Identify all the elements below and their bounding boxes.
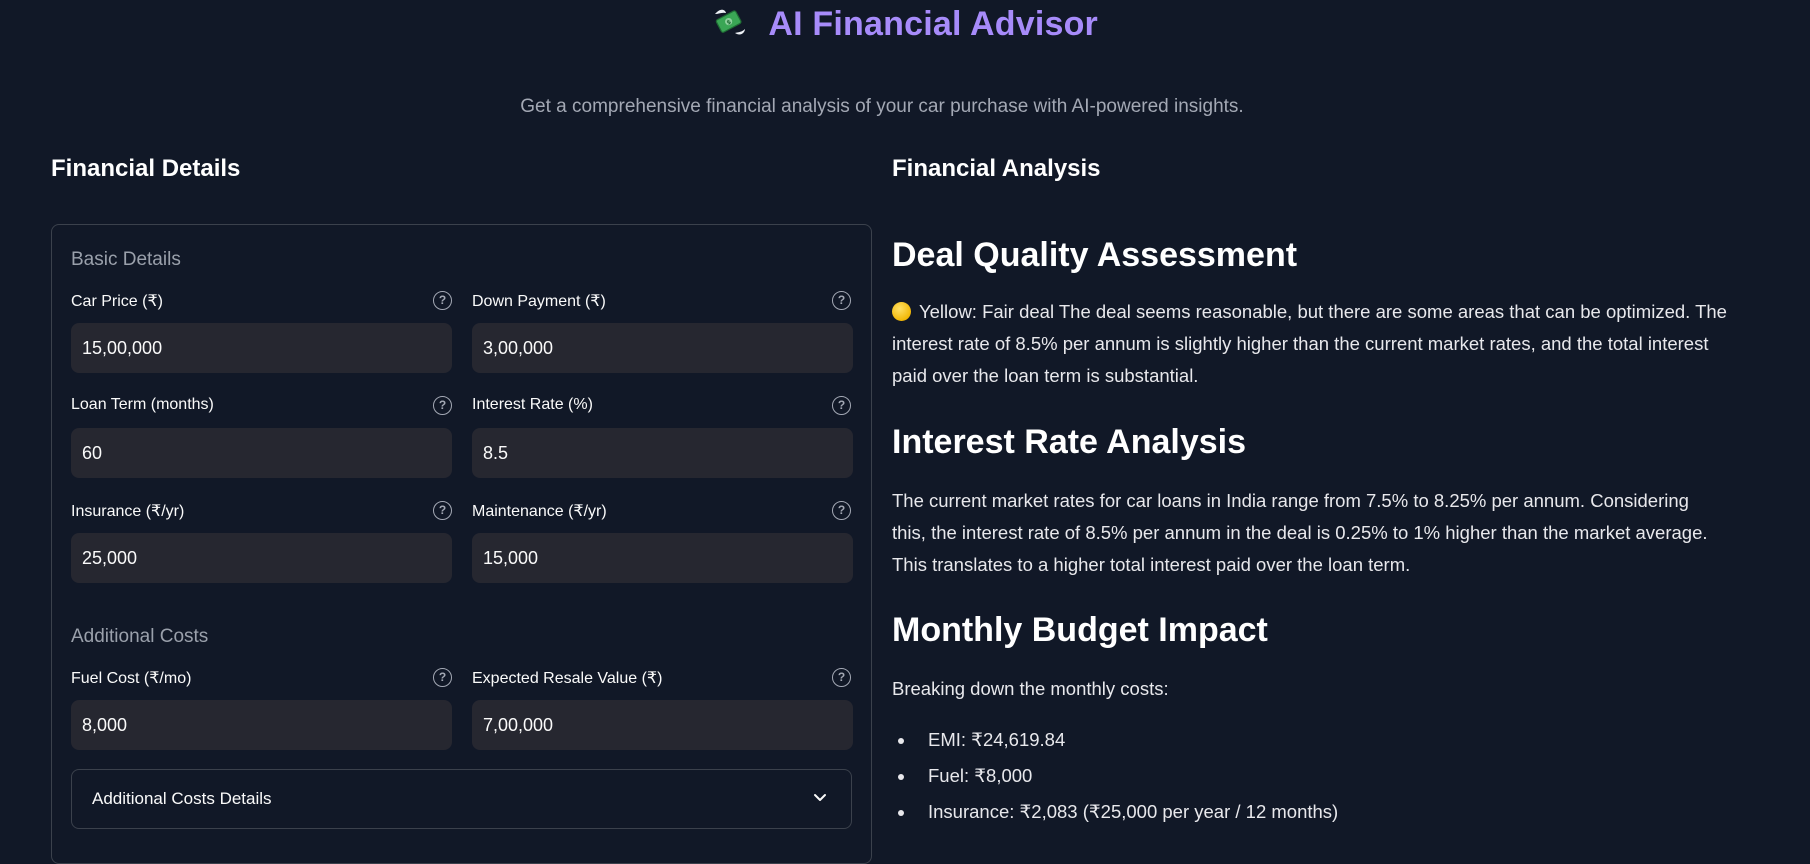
resale-value-label: Expected Resale Value (₹) [472, 670, 663, 687]
help-icon[interactable]: ? [832, 396, 851, 415]
help-icon[interactable]: ? [433, 396, 452, 415]
financial-details-heading: Financial Details [51, 155, 241, 182]
help-icon[interactable]: ? [832, 668, 851, 687]
loan-term-input[interactable] [71, 428, 452, 478]
app-title-text: AI Financial Advisor [768, 5, 1098, 43]
maintenance-label: Maintenance (₹/yr) [472, 503, 607, 520]
basic-details-label: Basic Details [71, 249, 181, 270]
page-subtitle: Get a comprehensive financial analysis o… [520, 96, 1244, 117]
car-price-label: Car Price (₹) [71, 293, 163, 310]
chevron-down-icon [814, 794, 826, 801]
deal-quality-text: Yellow: Fair deal The deal seems reasona… [892, 296, 1727, 392]
down-payment-input[interactable] [472, 323, 853, 373]
expander-label: Additional Costs Details [92, 789, 272, 808]
financial-analysis-heading: Financial Analysis [892, 155, 1101, 182]
help-icon[interactable]: ? [832, 291, 851, 310]
maintenance-input[interactable] [472, 533, 853, 583]
money-with-wings-icon: $ [715, 9, 745, 35]
page-title: $ AI Financial Advisor [0, 4, 1810, 44]
fuel-cost-label: Fuel Cost (₹/mo) [71, 670, 192, 687]
list-item: Insurance: ₹2,083 (₹25,000 per year / 12… [897, 801, 1339, 822]
additional-costs-label: Additional Costs [71, 626, 209, 647]
financial-details-form: Basic Details Car Price (₹) ? Down Payme… [51, 224, 872, 864]
help-icon[interactable]: ? [832, 501, 851, 520]
insurance-label: Insurance (₹/yr) [71, 503, 185, 520]
resale-value-input[interactable] [472, 700, 853, 750]
deal-quality-body: Yellow: Fair deal The deal seems reasona… [892, 301, 1727, 386]
insurance-input[interactable] [71, 533, 452, 583]
interest-rate-label: Interest Rate (%) [472, 396, 593, 413]
help-icon[interactable]: ? [433, 668, 452, 687]
down-payment-label: Down Payment (₹) [472, 293, 606, 310]
interest-rate-heading: Interest Rate Analysis [892, 423, 1246, 461]
yellow-circle-icon [892, 302, 911, 321]
help-icon[interactable]: ? [433, 501, 452, 520]
list-item: Fuel: ₹8,000 [897, 765, 1033, 786]
additional-costs-expander[interactable]: Additional Costs Details [71, 769, 852, 829]
interest-rate-text: The current market rates for car loans i… [892, 490, 1708, 575]
deal-quality-heading: Deal Quality Assessment [892, 236, 1298, 274]
fuel-cost-input[interactable] [71, 700, 452, 750]
list-item: EMI: ₹24,619.84 [897, 729, 1066, 750]
car-price-input[interactable] [71, 323, 452, 373]
monthly-budget-heading: Monthly Budget Impact [892, 611, 1268, 649]
monthly-budget-intro: Breaking down the monthly costs: [892, 678, 1169, 699]
loan-term-label: Loan Term (months) [71, 396, 214, 413]
help-icon[interactable]: ? [433, 291, 452, 310]
interest-rate-input[interactable] [472, 428, 853, 478]
